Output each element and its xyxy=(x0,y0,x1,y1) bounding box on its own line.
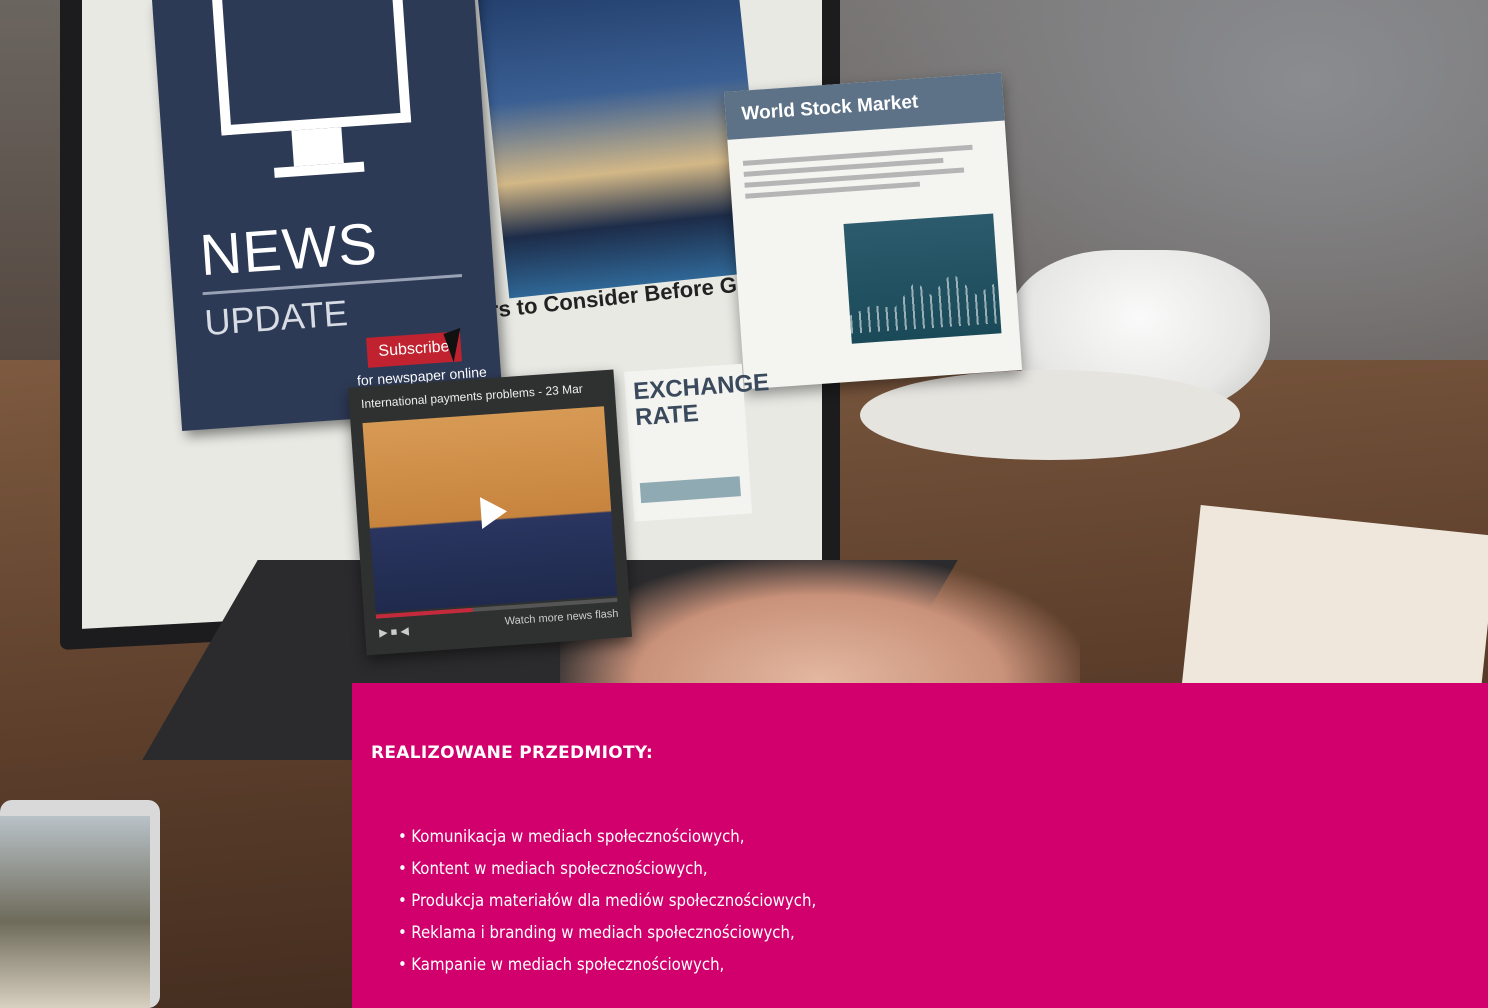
news-update-card: NEWS UPDATE Subscribe for newspaper onli… xyxy=(152,0,504,431)
stock-chart xyxy=(843,213,1002,344)
video-frame xyxy=(362,406,618,613)
exchange-title: EXCHANGE RATE xyxy=(632,368,771,432)
list-item: Reklama i branding w mediach społecznośc… xyxy=(398,917,816,949)
courses-heading: REALIZOWANE PRZEDMIOTY: xyxy=(371,743,654,763)
exchange-button xyxy=(639,476,741,504)
news-subtitle: UPDATE xyxy=(203,292,350,344)
courses-panel: REALIZOWANE PRZEDMIOTY: Komunikacja w me… xyxy=(352,683,1488,1008)
list-item: Kampanie w mediach społecznościowych, xyxy=(398,949,816,981)
monitor-stand xyxy=(291,127,344,167)
video-more-link: Watch more news flash xyxy=(504,607,619,628)
video-player: International payments problems - 23 Mar… xyxy=(348,369,633,656)
news-title: NEWS xyxy=(197,210,380,289)
saucer xyxy=(860,370,1240,460)
city-skyline-image xyxy=(478,0,768,299)
list-item: Produkcja materiałów dla mediów społeczn… xyxy=(398,885,816,917)
monitor-icon xyxy=(211,0,412,136)
stock-market-panel: World Stock Market xyxy=(724,72,1023,390)
monitor-base xyxy=(274,161,365,178)
phone-screen xyxy=(0,816,150,1008)
courses-list: Komunikacja w mediach społecznościowych,… xyxy=(398,821,873,981)
play-icon xyxy=(479,495,509,529)
stock-chart-bars xyxy=(847,263,1001,333)
exchange-rate-box: EXCHANGE RATE xyxy=(624,363,771,522)
list-item: Komunikacja w mediach społecznościowych, xyxy=(398,821,816,853)
video-controls: ▶ ■ ◀ xyxy=(378,625,410,640)
smartphone xyxy=(0,800,160,1008)
stock-text-lines xyxy=(742,143,995,204)
list-item: Kontent w mediach społecznościowych, xyxy=(398,853,816,885)
